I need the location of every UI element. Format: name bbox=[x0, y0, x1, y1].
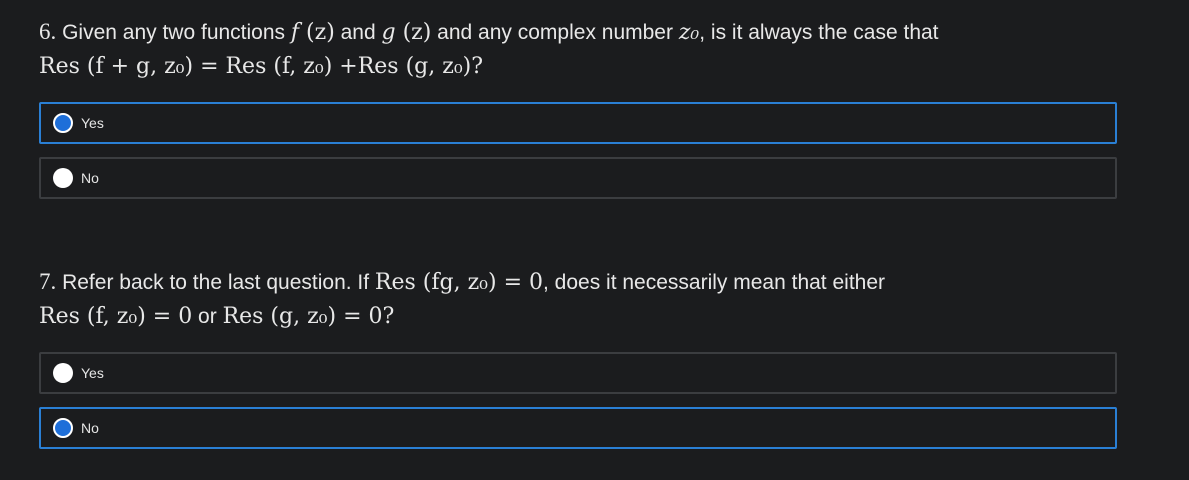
question-7-line2: Res (f, z₀) = 0 or Res (g, z₀) = 0? bbox=[39, 300, 885, 334]
option-label: Yes bbox=[81, 115, 104, 131]
q6-option-no[interactable]: No bbox=[39, 157, 1117, 199]
math-fz: (z) bbox=[299, 20, 335, 45]
option-label: Yes bbox=[81, 365, 104, 381]
question-text: or bbox=[192, 305, 223, 328]
math-f: f bbox=[290, 20, 300, 45]
question-number: 7. bbox=[39, 269, 57, 294]
option-label: No bbox=[81, 420, 99, 436]
question-text: , does it necessarily mean that either bbox=[543, 271, 886, 294]
math-res-fg: Res (fg, z₀) = 0 bbox=[374, 270, 543, 295]
q7-option-yes[interactable]: Yes bbox=[39, 352, 1117, 394]
math-z0: z₀ bbox=[678, 20, 700, 45]
q7-option-no[interactable]: No bbox=[39, 407, 1117, 449]
math-g: g bbox=[381, 20, 396, 45]
question-7: 7. Refer back to the last question. If R… bbox=[39, 265, 885, 334]
question-number: 6. bbox=[39, 19, 57, 44]
question-text: , is it always the case that bbox=[699, 21, 939, 44]
question-text: and bbox=[334, 21, 382, 44]
question-6: 6. Given any two functions f (z) and g (… bbox=[39, 15, 939, 84]
question-text: and any complex number bbox=[431, 21, 679, 44]
question-text: Refer back to the last question. If bbox=[56, 271, 375, 294]
question-6-line1: 6. Given any two functions f (z) and g (… bbox=[39, 15, 939, 50]
q6-option-yes[interactable]: Yes bbox=[39, 102, 1117, 144]
math-res-f: Res (f, z₀) = 0 bbox=[39, 304, 193, 329]
option-label: No bbox=[81, 170, 99, 186]
math-res-g: Res (g, z₀) = 0? bbox=[222, 304, 395, 329]
question-7-line1: 7. Refer back to the last question. If R… bbox=[39, 265, 885, 300]
question-6-formula: Res (f + g, z₀) = Res (f, z₀) +Res (g, z… bbox=[39, 54, 484, 79]
math-gz: (z) bbox=[395, 20, 432, 45]
radio-selected-icon[interactable] bbox=[53, 113, 73, 133]
radio-selected-icon[interactable] bbox=[53, 418, 73, 438]
radio-unselected-icon[interactable] bbox=[53, 168, 73, 188]
radio-unselected-icon[interactable] bbox=[53, 363, 73, 383]
question-text: Given any two functions bbox=[56, 21, 291, 44]
